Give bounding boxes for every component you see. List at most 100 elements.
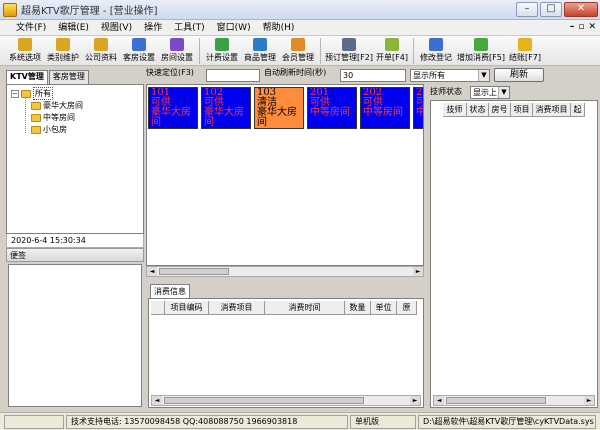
status-data-path: D:\超易软件\超易KTV歌厅管理\cyKTVData.sys bbox=[418, 414, 596, 429]
toolbar-separator bbox=[199, 38, 200, 64]
scroll-left-icon[interactable]: ◄ bbox=[152, 396, 162, 405]
technician-status-select[interactable]: 显示上 ▼ bbox=[470, 86, 510, 99]
consumption-scrollbar[interactable]: ◄ ► bbox=[151, 395, 421, 406]
memo-textarea[interactable] bbox=[8, 264, 142, 407]
scroll-left-icon[interactable]: ◄ bbox=[147, 267, 157, 276]
close-button[interactable]: ✕ bbox=[564, 2, 598, 17]
column-time[interactable]: 消费时间 bbox=[265, 301, 345, 314]
window-controls: – □ ✕ bbox=[516, 2, 598, 17]
booking-management-icon bbox=[342, 38, 356, 51]
folder-open-icon bbox=[21, 89, 31, 98]
menu-view[interactable]: 视图(V) bbox=[95, 20, 138, 36]
column-item[interactable]: 消费项目 bbox=[209, 301, 265, 314]
tree-node-deluxe[interactable]: 豪华大房间 bbox=[31, 100, 83, 111]
column-consumption-item[interactable]: 消费项目 bbox=[533, 103, 571, 116]
auto-refresh-label: 自动刷新时间(秒) bbox=[264, 68, 327, 77]
open-order-button[interactable]: 开单[F4] bbox=[374, 36, 410, 66]
tab-consumption-info[interactable]: 消费信息 bbox=[150, 284, 190, 298]
quick-locate-input[interactable] bbox=[206, 69, 260, 82]
app-icon bbox=[3, 2, 17, 17]
goods-management-button[interactable]: 商品管理 bbox=[241, 36, 279, 66]
room-grid: 101 可供 豪华大房 间 102 可供 豪华大房 间 103 清洁 豪华大房 … bbox=[146, 84, 424, 266]
menu-file[interactable]: 文件(F) bbox=[10, 20, 52, 36]
tree-node-medium[interactable]: 中等房间 bbox=[31, 112, 75, 123]
room-type-settings-button[interactable]: 客房设置 bbox=[120, 36, 158, 66]
minimize-button[interactable]: – bbox=[516, 2, 538, 17]
menu-help[interactable]: 帮助(H) bbox=[257, 20, 301, 36]
maximize-button[interactable]: □ bbox=[540, 2, 562, 17]
column-status[interactable]: 状态 bbox=[467, 103, 489, 116]
status-spacer bbox=[4, 414, 64, 429]
display-filter-select[interactable]: 显示所有 ▼ bbox=[410, 69, 490, 82]
scroll-left-icon[interactable]: ◄ bbox=[434, 396, 444, 405]
room-card-partial[interactable]: 2 可 中 bbox=[413, 87, 423, 129]
chevron-down-icon: ▼ bbox=[478, 70, 489, 81]
system-options-button[interactable]: 系统选项 bbox=[6, 36, 44, 66]
menu-window[interactable]: 窗口(W) bbox=[211, 20, 257, 36]
room-card-103[interactable]: 103 清洁 豪华大房 间 bbox=[254, 87, 304, 129]
member-management-button[interactable]: 会员管理 bbox=[279, 36, 317, 66]
system-options-icon bbox=[18, 38, 32, 51]
column-room-number[interactable]: 房号 bbox=[489, 103, 511, 116]
technician-grid: 技师 状态 房号 项目 消费项目 起 ◄ ► bbox=[430, 100, 598, 408]
column-original[interactable]: 原 bbox=[397, 301, 417, 314]
menu-edit[interactable]: 编辑(E) bbox=[52, 20, 95, 36]
room-type-settings-icon bbox=[132, 38, 146, 51]
column-start[interactable]: 起 bbox=[571, 103, 585, 116]
column-quantity[interactable]: 数量 bbox=[345, 301, 371, 314]
mdi-restore-icon[interactable]: ▫ bbox=[578, 22, 584, 32]
scroll-thumb[interactable] bbox=[159, 268, 229, 275]
column-technician[interactable]: 技师 bbox=[443, 103, 467, 116]
add-consumption-button[interactable]: 增加消费[F5] bbox=[455, 36, 507, 66]
billing-settings-button[interactable]: 计费设置 bbox=[203, 36, 241, 66]
column-project[interactable]: 项目 bbox=[511, 103, 533, 116]
toolbar: 系统选项 类别维护 公司资料 客房设置 房间设置 计费设置 商品管理 会员管理 … bbox=[0, 36, 600, 66]
consumption-grid-header: 项目编码 消费项目 消费时间 数量 单位 原 bbox=[151, 301, 417, 315]
scroll-right-icon[interactable]: ► bbox=[584, 396, 594, 405]
room-card-202[interactable]: 202 可供 中等房间 bbox=[360, 87, 410, 129]
toolbar-separator bbox=[413, 38, 414, 64]
mdi-close-icon[interactable]: ✕ bbox=[588, 22, 596, 32]
folder-icon bbox=[31, 125, 41, 134]
room-grid-scrollbar[interactable]: ◄ ► bbox=[146, 266, 424, 277]
category-maintain-button[interactable]: 类别维护 bbox=[44, 36, 82, 66]
scroll-right-icon[interactable]: ► bbox=[410, 396, 420, 405]
menu-bar: 文件(F) 编辑(E) 视图(V) 操作 工具(T) 窗口(W) 帮助(H) –… bbox=[0, 20, 600, 36]
modify-registration-icon bbox=[429, 38, 443, 51]
memo-header: 便签 bbox=[6, 248, 144, 262]
checkout-button[interactable]: 结账[F7] bbox=[507, 36, 543, 66]
room-settings-button[interactable]: 房间设置 bbox=[158, 36, 196, 66]
datetime-display: 2020-6-4 15:30:34 bbox=[6, 234, 144, 248]
room-card-102[interactable]: 102 可供 豪华大房 间 bbox=[201, 87, 251, 129]
mdi-minimize-icon[interactable]: – bbox=[570, 22, 575, 32]
modify-registration-button[interactable]: 修改登记 bbox=[417, 36, 455, 66]
column-spacer bbox=[151, 301, 165, 314]
consumption-grid: 项目编码 消费项目 消费时间 数量 单位 原 ◄ ► bbox=[148, 298, 424, 408]
tree-node-small[interactable]: 小包房 bbox=[31, 124, 67, 135]
tab-room-management[interactable]: 客房管理 bbox=[48, 70, 89, 84]
tree-node-all[interactable]: − 所有 bbox=[11, 87, 53, 100]
auto-refresh-input[interactable]: 30 bbox=[340, 69, 406, 82]
checkout-icon bbox=[518, 38, 532, 51]
menu-tools[interactable]: 工具(T) bbox=[168, 20, 211, 36]
tree-collapse-icon[interactable]: − bbox=[11, 89, 19, 98]
refresh-button[interactable]: 刷新 bbox=[494, 68, 544, 82]
scroll-thumb[interactable] bbox=[446, 397, 546, 404]
left-tabstrip: KTV管理 客房管理 bbox=[6, 70, 90, 84]
title-bar: 超易KTV歌厅管理 - [营业操作] – □ ✕ bbox=[0, 0, 600, 20]
company-info-icon bbox=[94, 38, 108, 51]
booking-management-button[interactable]: 预订管理[F2] bbox=[324, 36, 374, 66]
tab-ktv-management[interactable]: KTV管理 bbox=[6, 70, 48, 84]
column-item-code[interactable]: 项目编码 bbox=[165, 301, 209, 314]
column-unit[interactable]: 单位 bbox=[371, 301, 397, 314]
room-card-201[interactable]: 201 可供 中等房间 bbox=[307, 87, 357, 129]
folder-icon bbox=[31, 101, 41, 110]
scroll-thumb[interactable] bbox=[164, 397, 364, 404]
status-bar: 技术支持电话: 13570098458 QQ:408088750 1966903… bbox=[0, 412, 600, 430]
company-info-button[interactable]: 公司资料 bbox=[82, 36, 120, 66]
menu-operation[interactable]: 操作 bbox=[138, 20, 168, 36]
technician-scrollbar[interactable]: ◄ ► bbox=[433, 395, 595, 406]
room-card-101[interactable]: 101 可供 豪华大房 间 bbox=[148, 87, 198, 129]
scroll-right-icon[interactable]: ► bbox=[413, 267, 423, 276]
status-support: 技术支持电话: 13570098458 QQ:408088750 1966903… bbox=[66, 414, 348, 429]
